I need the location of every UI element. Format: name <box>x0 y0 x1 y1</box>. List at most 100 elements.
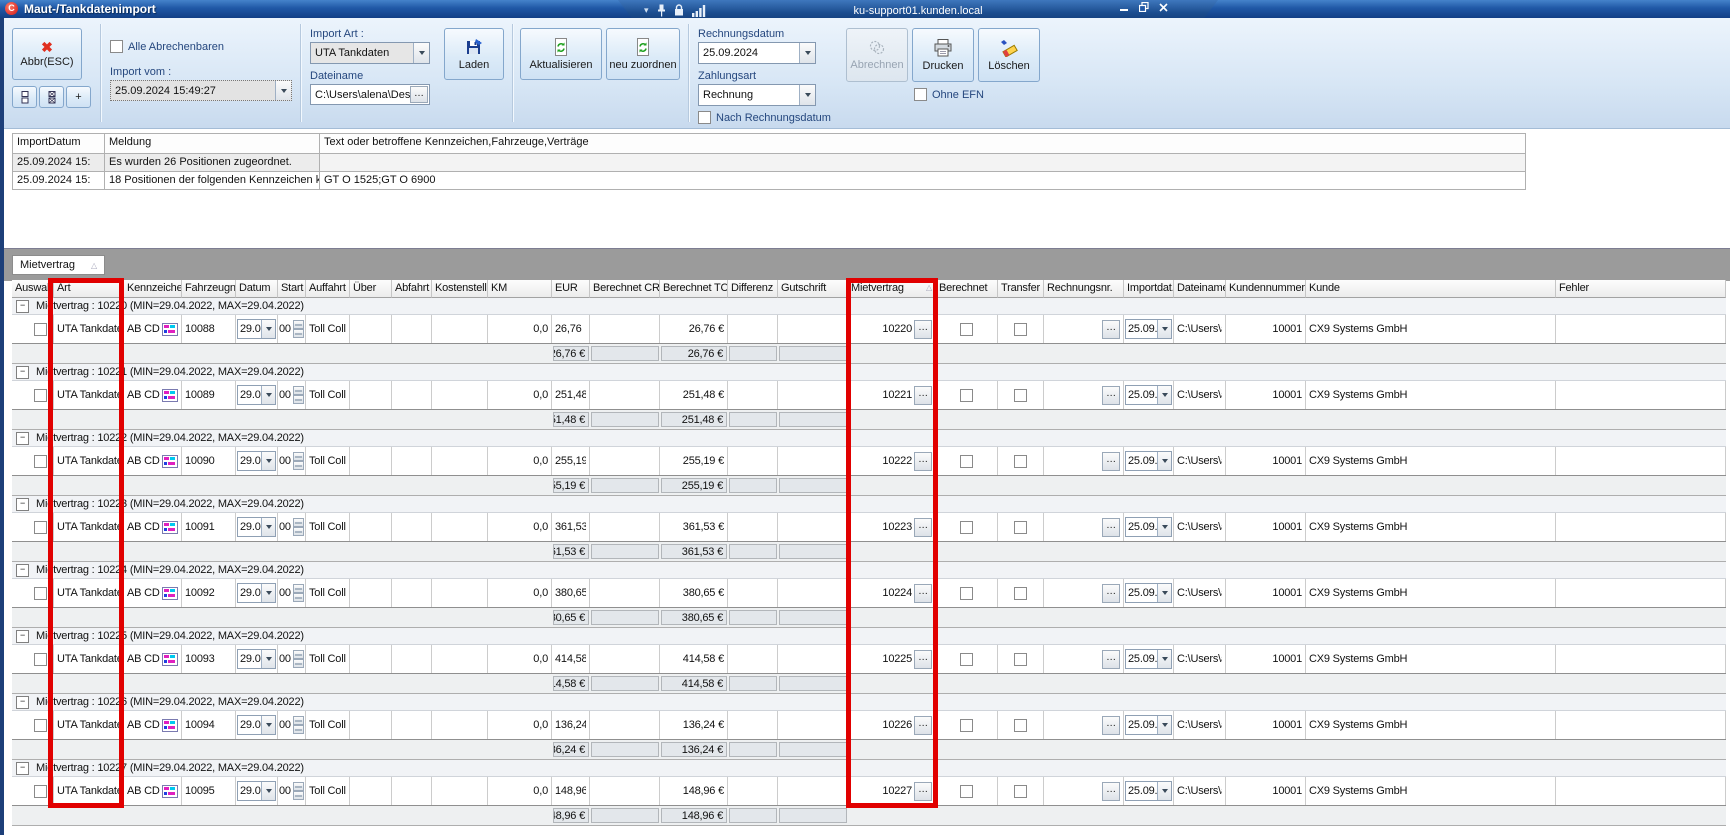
dropdown-button[interactable] <box>1157 386 1171 404</box>
column-header-text[interactable]: Text oder betroffene Kennzeichen,Fahrzeu… <box>320 134 1525 153</box>
column-header-gutschrift[interactable]: Gutschrift <box>778 280 848 298</box>
ellipsis-button[interactable]: … <box>1102 584 1120 603</box>
spin-down-button[interactable] <box>293 593 304 602</box>
berechnet-checkbox[interactable] <box>960 587 973 600</box>
column-header-kostenstelle[interactable]: Kostenstelle <box>432 280 488 298</box>
spin-down-button[interactable] <box>293 725 304 734</box>
row-select-checkbox[interactable] <box>34 521 47 534</box>
row-select-checkbox[interactable] <box>34 455 47 468</box>
datum-combobox[interactable]: 29.0 <box>237 517 276 537</box>
ellipsis-button[interactable]: … <box>914 782 932 801</box>
berechnet-checkbox[interactable] <box>960 323 973 336</box>
spin-up-button[interactable] <box>293 452 304 461</box>
dropdown-button[interactable] <box>261 320 275 338</box>
aktualisieren-button[interactable]: Aktualisieren <box>520 28 602 80</box>
all-billable-checkbox[interactable] <box>110 40 123 53</box>
spin-up-button[interactable] <box>293 518 304 527</box>
column-header-mietvertrag[interactable]: Mietvertrag△ <box>848 280 936 298</box>
ellipsis-button[interactable]: … <box>1102 452 1120 471</box>
spinner-buttons[interactable] <box>293 518 304 536</box>
transfer-checkbox[interactable] <box>1014 587 1027 600</box>
berechnet-checkbox[interactable] <box>960 653 973 666</box>
column-header-fehler[interactable]: Fehler <box>1556 280 1726 298</box>
loeschen-button[interactable]: Löschen <box>978 28 1040 82</box>
berechnet-checkbox[interactable] <box>960 785 973 798</box>
import-art-combobox[interactable]: UTA Tankdaten <box>310 42 430 64</box>
column-header-berechnet[interactable]: Berechnet <box>936 280 998 298</box>
column-header-abfahrt[interactable]: Abfahrt <box>392 280 432 298</box>
transfer-checkbox[interactable] <box>1014 455 1027 468</box>
layout-vertical-button[interactable] <box>12 86 37 108</box>
column-header-kennzeichen[interactable]: Kennzeichen <box>124 280 182 298</box>
ellipsis-button[interactable]: … <box>1102 782 1120 801</box>
spin-up-button[interactable] <box>293 782 304 791</box>
ellipsis-button[interactable]: … <box>914 584 932 603</box>
nach-rechnungsdatum-checkbox[interactable] <box>698 111 711 124</box>
column-header-meldung[interactable]: Meldung <box>105 134 320 153</box>
dateiname-field[interactable]: C:\Users\alena\Desk … <box>310 84 430 105</box>
spin-up-button[interactable] <box>293 386 304 395</box>
ellipsis-button[interactable]: … <box>914 518 932 537</box>
transfer-checkbox[interactable] <box>1014 719 1027 732</box>
ellipsis-button[interactable]: … <box>1102 716 1120 735</box>
spin-up-button[interactable] <box>293 650 304 659</box>
column-header-fahrzeugnr[interactable]: Fahrzeugnr <box>182 280 236 298</box>
column-header-datum[interactable]: Datum <box>236 280 278 298</box>
importdat-combobox[interactable]: 25.09.2 <box>1125 385 1172 405</box>
ellipsis-button[interactable]: … <box>1102 518 1120 537</box>
spinner-buttons[interactable] <box>293 782 304 800</box>
berechnet-checkbox[interactable] <box>960 389 973 402</box>
column-header-auffahrt[interactable]: Auffahrt <box>306 280 350 298</box>
row-select-checkbox[interactable] <box>34 785 47 798</box>
close-button[interactable] <box>1159 3 1168 12</box>
column-header-transfer[interactable]: Transfer <box>998 280 1044 298</box>
transfer-checkbox[interactable] <box>1014 785 1027 798</box>
spin-up-button[interactable] <box>293 584 304 593</box>
ellipsis-button[interactable]: … <box>914 386 932 405</box>
berechnet-checkbox[interactable] <box>960 455 973 468</box>
dropdown-button[interactable] <box>1157 650 1171 668</box>
spinner-buttons[interactable] <box>293 452 304 470</box>
row-select-checkbox[interactable] <box>34 323 47 336</box>
row-select-checkbox[interactable] <box>34 587 47 600</box>
transfer-checkbox[interactable] <box>1014 389 1027 402</box>
ellipsis-button[interactable]: … <box>914 320 932 339</box>
datum-combobox[interactable]: 29.0 <box>237 781 276 801</box>
dropdown-button[interactable] <box>799 43 815 63</box>
zahlungsart-combobox[interactable]: Rechnung <box>698 84 816 106</box>
ellipsis-button[interactable]: … <box>914 650 932 669</box>
column-header-eur[interactable]: EUR <box>552 280 590 298</box>
minimize-button[interactable] <box>1120 3 1129 12</box>
ohne-efn-checkbox[interactable] <box>914 88 927 101</box>
datum-combobox[interactable]: 29.0 <box>237 583 276 603</box>
dropdown-button[interactable] <box>261 518 275 536</box>
column-header-kundennummer[interactable]: Kundennummer <box>1226 280 1306 298</box>
column-header-start[interactable]: Start <box>278 280 306 298</box>
importdat-combobox[interactable]: 25.09.2 <box>1125 319 1172 339</box>
column-header-ueber[interactable]: Über <box>350 280 392 298</box>
rechnungsdatum-combobox[interactable]: 25.09.2024 <box>698 42 816 64</box>
dropdown-button[interactable] <box>261 452 275 470</box>
dropdown-button[interactable] <box>1157 716 1171 734</box>
row-select-checkbox[interactable] <box>34 653 47 666</box>
column-header-dateiname[interactable]: Dateiname <box>1174 280 1226 298</box>
dropdown-button[interactable] <box>799 85 815 105</box>
datum-combobox[interactable]: 29.0 <box>237 385 276 405</box>
datum-combobox[interactable]: 29.0 <box>237 715 276 735</box>
neu-zuordnen-button[interactable]: neu zuordnen <box>606 28 680 80</box>
collapse-group-button[interactable]: − <box>16 630 29 643</box>
column-header-rechnungsnr[interactable]: Rechnungsnr. <box>1044 280 1124 298</box>
browse-file-button[interactable]: … <box>410 86 428 103</box>
column-header-importdatum[interactable]: ImportDatum <box>13 134 105 153</box>
spin-up-button[interactable] <box>293 320 304 329</box>
dropdown-button[interactable] <box>261 584 275 602</box>
abrechnen-button[interactable]: Abrechnen <box>846 28 908 82</box>
collapse-group-button[interactable]: − <box>16 432 29 445</box>
collapse-group-button[interactable]: − <box>16 498 29 511</box>
collapse-group-button[interactable]: − <box>16 366 29 379</box>
row-select-checkbox[interactable] <box>34 719 47 732</box>
cancel-button[interactable]: ✖ Abbr(ESC) <box>12 28 82 80</box>
transfer-checkbox[interactable] <box>1014 323 1027 336</box>
spinner-buttons[interactable] <box>293 584 304 602</box>
transfer-checkbox[interactable] <box>1014 521 1027 534</box>
